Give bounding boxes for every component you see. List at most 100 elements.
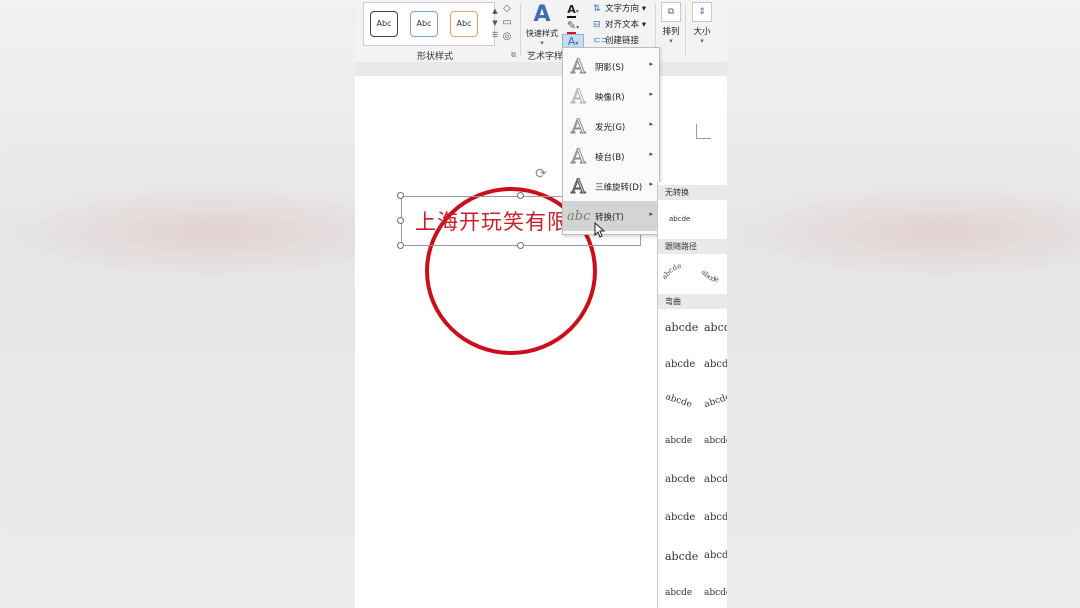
app-screen: Abc Abc Abc ▲ ▼ ☰ ◇ ▭ ◎ 形状样式 ⧉ A 快速样式 ▾ …: [355, 0, 727, 608]
ribbon-separator: [520, 4, 521, 56]
arrange-button[interactable]: ⧉ 排列 ▾: [659, 2, 683, 45]
shape-style-gallery: Abc Abc Abc ▲ ▼ ☰: [363, 2, 498, 46]
transform-submenu: 无转换 abcde 跟随路径 abcde abcde 弯曲 abcde abcd…: [657, 182, 727, 608]
text-fill-icon: A: [567, 3, 576, 18]
chevron-down-icon: ▾: [575, 40, 579, 47]
no-transform-header: 无转换: [658, 185, 727, 200]
bevel-a-icon: A: [570, 144, 586, 169]
warp-option[interactable]: abcde: [704, 512, 727, 523]
resize-handle[interactable]: [397, 242, 404, 249]
margin-corner-mark: [696, 124, 711, 139]
align-text-icon: ⊟: [593, 20, 601, 30]
warp-option[interactable]: abcde: [665, 550, 698, 563]
wordart-group-label: 艺术字样: [527, 52, 564, 62]
menu-item-label: 发光(G): [595, 123, 626, 133]
shape-format-tools: ◇ ▭ ◎: [497, 2, 517, 44]
text-fill-button[interactable]: A▾: [562, 2, 584, 18]
follow-path-sample-1: abcde: [661, 262, 682, 281]
menu-item-label: 映像(R): [595, 93, 625, 103]
rotate-handle-icon[interactable]: ⟳: [533, 166, 549, 182]
shape-styles-launcher-icon[interactable]: ⧉: [511, 51, 516, 60]
ribbon: Abc Abc Abc ▲ ▼ ☰ ◇ ▭ ◎ 形状样式 ⧉ A 快速样式 ▾ …: [355, 0, 727, 63]
mouse-pointer-icon: [594, 222, 606, 238]
follow-path-sample-2: abcde: [700, 268, 720, 284]
arrange-label: 排列: [662, 27, 680, 37]
menu-item-shadow[interactable]: A 阴影(S) ▸: [563, 51, 659, 81]
warp-header: 弯曲: [658, 294, 727, 309]
shape-style-button-3[interactable]: Abc: [450, 11, 478, 37]
text-effects-menu: A 阴影(S) ▸ A 映像(R) ▸ A 发光(G) ▸ A 棱台(B) ▸ …: [562, 47, 660, 235]
arrange-icon: ⧉: [661, 2, 681, 22]
wordart-a-icon: A: [533, 2, 551, 27]
shape-fill-icon[interactable]: ◇: [497, 2, 517, 16]
chevron-down-icon: ▾: [575, 8, 579, 15]
shape-styles-group-label: 形状样式: [417, 52, 454, 62]
text-outline-button[interactable]: ✎▾: [562, 18, 584, 34]
chevron-right-icon: ▸: [649, 180, 653, 188]
quick-style-label: 快速样式: [526, 29, 558, 38]
menu-item-label: 阴影(S): [595, 63, 625, 73]
menu-item-glow[interactable]: A 发光(G) ▸: [563, 111, 659, 141]
warp-option[interactable]: abcde: [704, 550, 727, 561]
no-transform-option[interactable]: abcde: [669, 215, 690, 223]
resize-handle[interactable]: [517, 242, 524, 249]
warp-option[interactable]: abcde: [703, 392, 727, 410]
menu-item-transform[interactable]: abc 转换(T) ▸: [563, 201, 659, 231]
text-tools: ⇅ 文字方向 ▾ ⊟ 对齐文本 ▾ ⊂⊃创建链接: [593, 1, 663, 49]
svg-text:abcde: abcde: [700, 268, 720, 284]
warp-option[interactable]: abcde: [665, 474, 695, 485]
align-text-button[interactable]: ⊟ 对齐文本 ▾: [593, 17, 663, 33]
wordart-format-tools: A▾ ✎▾ A▾: [562, 2, 584, 50]
menu-item-label: 三维旋转(D): [595, 183, 643, 193]
warp-option[interactable]: abcde: [704, 436, 727, 446]
shape-outline-icon[interactable]: ▭: [497, 16, 517, 30]
svg-text:abcde: abcde: [661, 262, 682, 281]
transform-abc-icon: abc: [567, 209, 591, 224]
warp-option[interactable]: abcde: [665, 436, 692, 446]
background-blur-right: [727, 0, 1080, 608]
resize-handle[interactable]: [397, 192, 404, 199]
menu-item-reflection[interactable]: A 映像(R) ▸: [563, 81, 659, 111]
warp-option[interactable]: abcde: [665, 588, 692, 598]
text-direction-icon: ⇅: [593, 4, 601, 14]
text-direction-button[interactable]: ⇅ 文字方向 ▾: [593, 1, 663, 17]
text-outline-icon: ✎: [566, 19, 577, 34]
ribbon-separator: [685, 4, 686, 56]
3d-rotation-a-icon: A: [570, 174, 586, 199]
menu-item-3d-rotation[interactable]: A 三维旋转(D) ▸: [563, 171, 659, 201]
shape-style-button-2[interactable]: Abc: [410, 11, 438, 37]
glow-a-icon: A: [570, 114, 586, 139]
quick-style-button[interactable]: A 快速样式 ▾: [525, 2, 559, 47]
warp-option[interactable]: abcde: [704, 359, 727, 370]
chevron-right-icon: ▸: [649, 150, 653, 158]
warp-option[interactable]: abcde: [704, 321, 727, 334]
reflection-a-icon: A: [570, 84, 586, 109]
size-button[interactable]: ⇕ 大小 ▾: [689, 2, 715, 45]
chevron-down-icon: ▾: [669, 37, 673, 45]
chevron-down-icon: ▾: [576, 24, 580, 31]
chevron-down-icon: ▾: [540, 39, 544, 47]
resize-handle[interactable]: [397, 217, 404, 224]
warp-option[interactable]: abcde: [665, 321, 698, 334]
shape-effects-icon[interactable]: ◎: [497, 30, 517, 44]
follow-path-option-arch[interactable]: abcde abcde: [661, 256, 727, 292]
menu-item-bevel[interactable]: A 棱台(B) ▸: [563, 141, 659, 171]
warp-option[interactable]: abcde: [665, 512, 695, 523]
size-label: 大小: [693, 27, 711, 37]
warp-option[interactable]: abcde: [664, 392, 693, 410]
chevron-right-icon: ▸: [649, 210, 653, 218]
warp-option[interactable]: abcde: [704, 588, 727, 598]
resize-handle[interactable]: [517, 192, 524, 199]
shape-style-button-1[interactable]: Abc: [370, 11, 398, 37]
menu-item-label: 棱台(B): [595, 153, 625, 163]
warp-option[interactable]: abcde: [665, 359, 695, 370]
follow-path-header: 跟随路径: [658, 239, 727, 254]
background-blur-left: [0, 0, 355, 608]
ribbon-bottom-strip: [355, 62, 727, 76]
chevron-right-icon: ▸: [649, 60, 653, 68]
chevron-right-icon: ▸: [649, 120, 653, 128]
chevron-down-icon: ▾: [700, 37, 704, 45]
size-icon: ⇕: [692, 2, 712, 22]
warp-option[interactable]: abcde: [704, 474, 727, 485]
shadow-a-icon: A: [570, 54, 586, 79]
